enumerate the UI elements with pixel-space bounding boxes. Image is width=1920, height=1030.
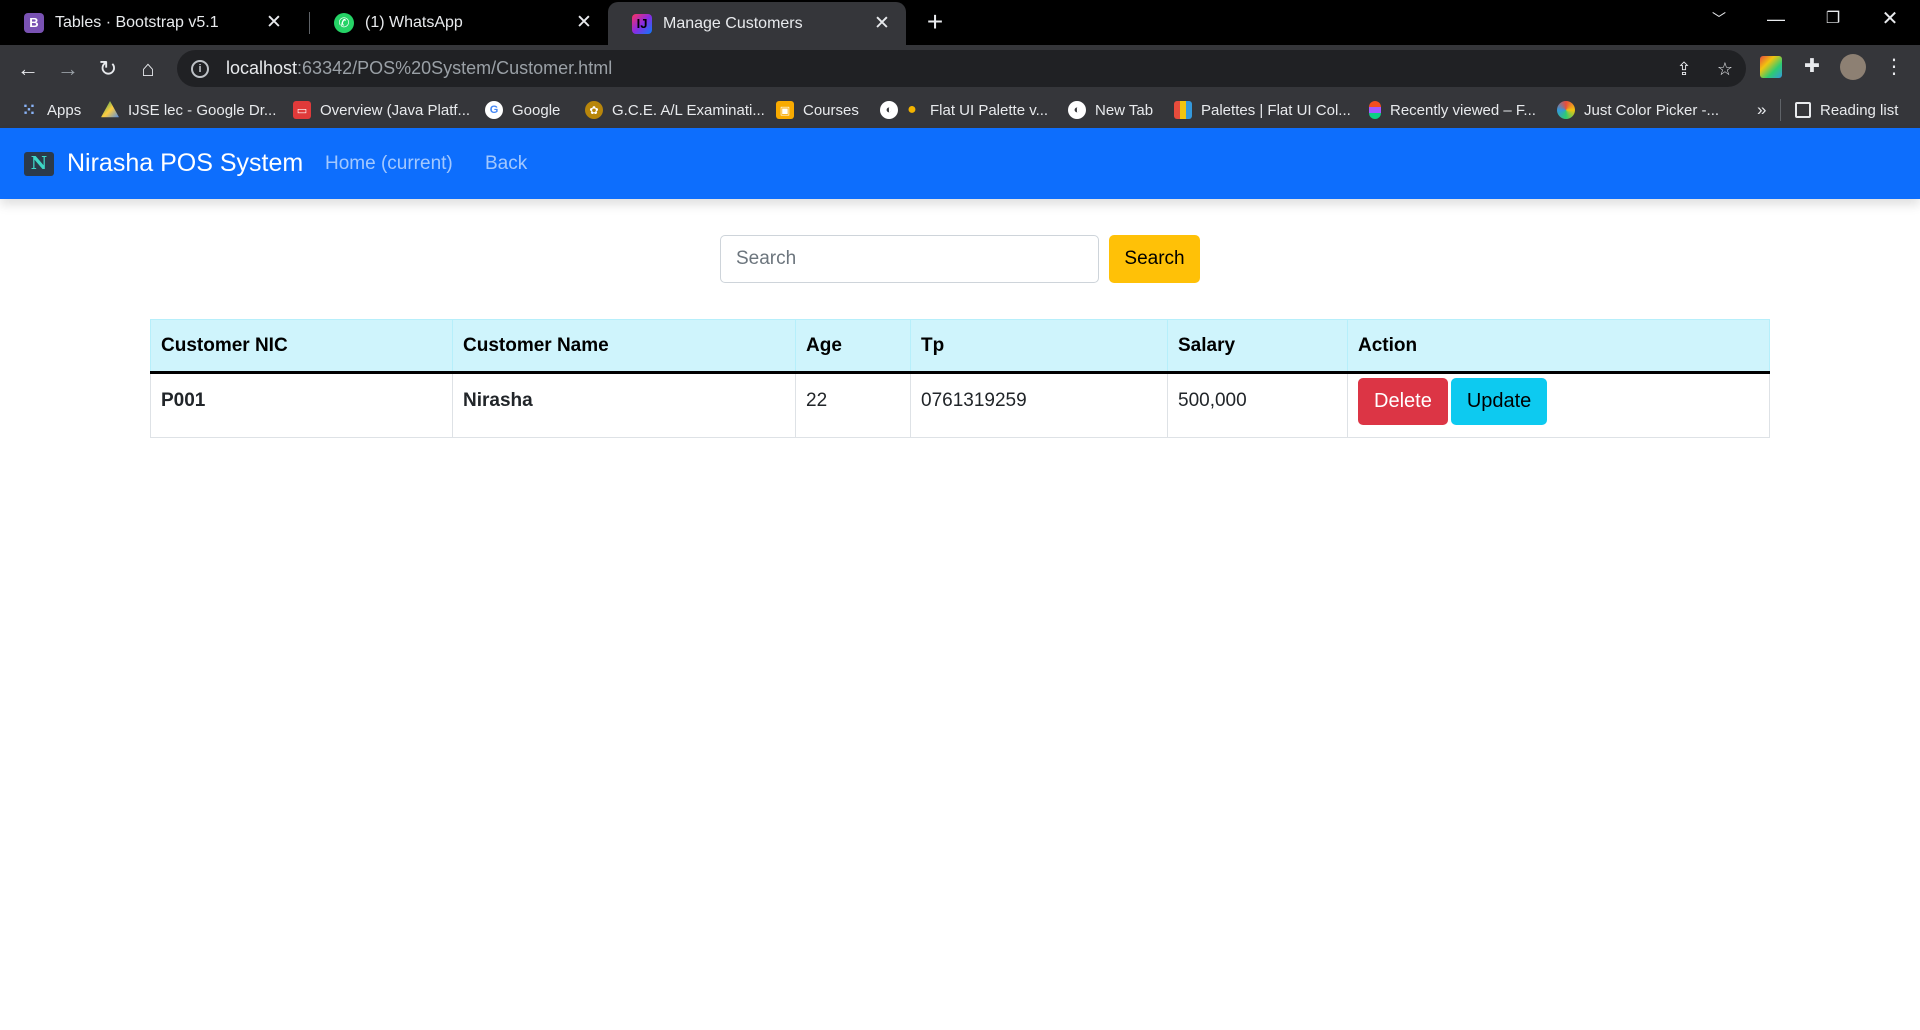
home-icon[interactable]: ⌂ [132,53,164,85]
browser-menu-icon[interactable]: ⋮ [1882,55,1906,79]
profile-avatar-icon[interactable] [1840,54,1866,80]
forward-arrow-icon[interactable]: → [52,53,84,85]
bookmarks-overflow-button[interactable]: » [1757,92,1766,128]
column-header: Age [795,319,911,374]
bookmark-apps[interactable]: ⁙ Apps [20,92,81,128]
search-button[interactable]: Search [1109,235,1200,283]
bookmark-label: G.C.E. A/L Examinati... [612,101,765,119]
bookmark-star-icon[interactable]: ☆ [1714,58,1736,80]
bookmark-gce-al[interactable]: ✿ G.C.E. A/L Examinati... [585,92,765,128]
bookmark-label: New Tab [1095,101,1154,119]
tab-whatsapp[interactable]: ✆ (1) WhatsApp ✕ [310,0,608,45]
column-header: Action [1347,319,1770,374]
column-header: Customer NIC [150,319,453,374]
emoji-icon: ● [907,101,917,118]
bookmark-flat-ui-colors[interactable]: Palettes | Flat UI Col... [1174,92,1351,128]
bookmark-label: Just Color Picker -... [1584,101,1720,119]
close-icon[interactable]: ✕ [264,11,284,34]
apps-grid-icon: ⁙ [22,102,36,119]
browser-tab-strip: B Tables · Bootstrap v5.1 ✕ ✆ (1) WhatsA… [0,0,1920,45]
share-icon[interactable]: ⇪ [1673,58,1695,80]
google-icon: G [485,101,503,119]
color-palette-extension-icon[interactable] [1760,56,1782,78]
search-input[interactable] [720,235,1099,283]
emblem-icon: ✿ [585,101,603,119]
customers-table: Customer NIC Customer Name Age Tp Salary… [150,319,1770,438]
bookmarks-bar: ⁙ Apps IJSE lec - Google Dr... ▭ Overvie… [0,92,1920,129]
bookmark-label: Palettes | Flat UI Col... [1201,101,1351,119]
bookmark-color-picker[interactable]: Just Color Picker -... [1557,92,1719,128]
tab-title: Manage Customers [663,14,803,32]
reload-icon[interactable]: ↻ [92,53,124,85]
bookmark-label: Overview (Java Platf... [320,101,471,119]
google-drive-icon [101,101,119,118]
oracle-icon: ▭ [293,101,311,119]
bootstrap-icon: B [24,12,44,33]
cell-age: 22 [795,372,911,438]
bookmark-figma[interactable]: Recently viewed – F... [1369,92,1536,128]
brand-title[interactable]: Nirasha POS System [67,146,303,180]
delete-button[interactable]: Delete [1358,378,1448,425]
table-row: P001 Nirasha 22 0761319259 500,000 Delet… [150,372,1770,438]
bookmark-new-tab[interactable]: ◐ New Tab [1068,92,1153,128]
table-header-row: Customer NIC Customer Name Age Tp Salary… [150,319,1770,374]
overflow-chevron-icon: » [1757,100,1767,119]
close-icon[interactable]: ✕ [872,12,892,35]
column-header: Tp [910,319,1168,374]
new-tab-button[interactable]: + [920,7,950,37]
whatsapp-icon: ✆ [334,12,354,33]
bookmark-courses[interactable]: ▣ Courses [776,92,859,128]
tab-bootstrap-tables[interactable]: B Tables · Bootstrap v5.1 ✕ [0,0,298,45]
reading-list-icon [1795,102,1811,118]
nav-link-home[interactable]: Home (current) [325,151,453,177]
tab-search-icon[interactable]: ﹀ [1691,0,1747,40]
classroom-icon: ▣ [776,101,794,119]
extensions-puzzle-icon[interactable]: ✚ [1800,55,1824,79]
intellij-icon: IJ [632,13,652,34]
url-path: :63342/POS%20System/Customer.html [297,58,613,78]
bookmark-flat-ui-palette[interactable]: ◐ ● Flat UI Palette v... [880,92,1048,128]
bookmark-java-overview[interactable]: ▭ Overview (Java Platf... [293,92,470,128]
site-info-icon[interactable]: i [191,59,209,78]
bookmark-label: IJSE lec - Google Dr... [128,101,277,119]
reading-list-label: Reading list [1820,101,1899,119]
column-header: Customer Name [452,319,796,374]
url-host: localhost [226,58,298,78]
bookmark-label: Flat UI Palette v... [930,101,1049,119]
tab-title: Tables · Bootstrap v5.1 [55,13,219,31]
column-header: Salary [1167,319,1348,374]
restore-button[interactable]: ❐ [1805,0,1861,40]
close-window-button[interactable]: ✕ [1862,0,1918,40]
figma-icon [1369,101,1381,119]
globe-icon: ◐ [1068,101,1086,119]
cell-nic: P001 [150,372,453,438]
close-icon[interactable]: ✕ [574,11,594,34]
globe-icon: ◐ [880,101,898,119]
palette-icon [1174,101,1192,119]
bookmark-label: Recently viewed – F... [1390,101,1536,119]
brand-logo-icon[interactable]: N [24,152,54,176]
tab-manage-customers[interactable]: IJ Manage Customers ✕ [608,2,906,45]
cell-salary: 500,000 [1167,372,1348,438]
cell-action: Delete Update [1347,372,1770,438]
bookmark-label: Google [512,101,561,119]
bookmarks-divider [1780,99,1781,121]
tab-title: (1) WhatsApp [365,13,463,31]
address-bar[interactable]: i localhost :63342/POS%20System/Customer… [177,50,1746,87]
color-picker-icon [1557,101,1575,119]
browser-toolbar: ← → ↻ ⌂ i localhost :63342/POS%20System/… [0,45,1920,92]
bookmark-label: Apps [47,101,82,119]
bookmark-ijse[interactable]: IJSE lec - Google Dr... [101,92,276,128]
cell-tp: 0761319259 [910,372,1168,438]
nav-link-back[interactable]: Back [485,151,527,177]
cell-name: Nirasha [452,372,796,438]
bookmark-google[interactable]: G Google [485,92,560,128]
bookmark-label: Courses [803,101,859,119]
minimize-button[interactable]: — [1748,0,1804,40]
back-arrow-icon[interactable]: ← [12,53,44,85]
update-button[interactable]: Update [1450,378,1548,425]
reading-list-button[interactable]: Reading list [1795,92,1898,128]
site-navbar: N Nirasha POS System Home (current) Back [0,128,1920,199]
